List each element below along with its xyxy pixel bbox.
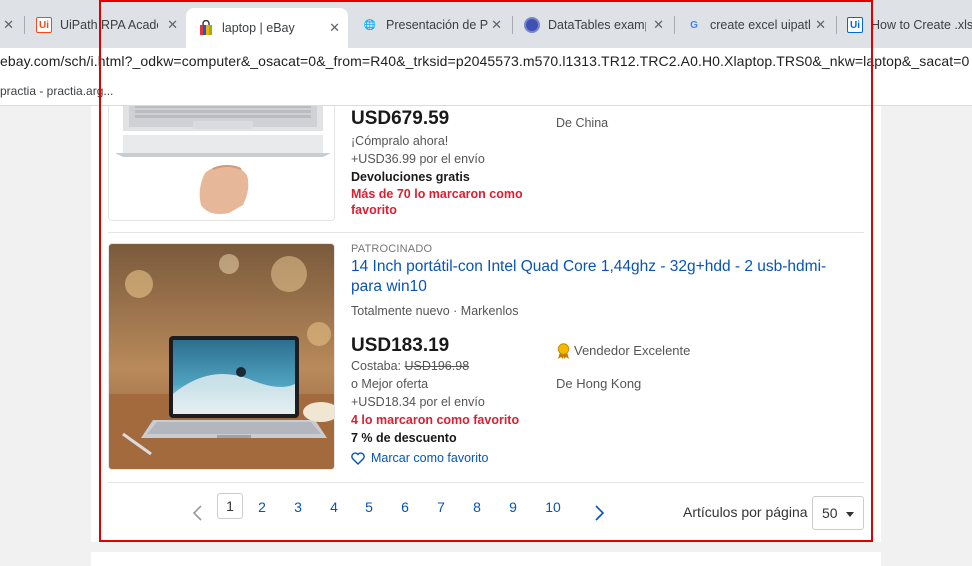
free-returns: Devoluciones gratis: [351, 170, 470, 184]
chevron-down-icon: [846, 512, 854, 517]
tab-ebay-laptop[interactable]: laptop | eBay ✕: [186, 8, 348, 48]
bookmarks-bar: practia - practia.arg...: [0, 78, 972, 106]
listing-item: USD679.59 ¡Cómpralo ahora! +USD36.99 por…: [108, 106, 864, 232]
tab-title: Presentación de Po: [386, 18, 488, 32]
page-6[interactable]: 6: [392, 499, 418, 515]
best-offer: o Mejor oferta: [351, 377, 429, 391]
browser-tabstrip: ✕ Ui UiPath RPA Acade ✕ laptop | eBay ✕ …: [0, 0, 972, 48]
tab-title: create excel uipath: [710, 18, 810, 32]
next-page-button[interactable]: [594, 504, 606, 527]
page-9[interactable]: 9: [500, 499, 526, 515]
tab-how-to-create[interactable]: Ui How to Create .xls: [845, 8, 972, 42]
tab-google-search[interactable]: G create excel uipath ✕: [682, 8, 834, 42]
page-4[interactable]: 4: [321, 499, 347, 515]
discount-label: 7 % de descuento: [351, 431, 457, 445]
close-icon[interactable]: ✕: [3, 17, 14, 33]
ribbon-icon: [556, 342, 571, 360]
items-per-page-value: 50: [822, 505, 838, 521]
page-5[interactable]: 5: [356, 499, 382, 515]
page-3[interactable]: 3: [285, 499, 311, 515]
page-1[interactable]: 1: [217, 493, 243, 519]
was-price: Costaba: USD196.98: [351, 357, 591, 375]
tab-separator: [512, 16, 513, 34]
close-icon[interactable]: ✕: [653, 17, 664, 33]
shipping-cost: +USD18.34 por el envío: [351, 395, 485, 409]
tab-separator: [24, 16, 25, 34]
close-icon[interactable]: ✕: [815, 17, 826, 33]
page-10[interactable]: 10: [538, 499, 568, 515]
tab-partial[interactable]: ✕: [0, 8, 20, 42]
was-price-label: Costaba:: [351, 359, 402, 373]
listing-divider: [108, 232, 864, 233]
item-location: De China: [556, 116, 609, 130]
items-per-page-label: Artículos por página: [683, 504, 808, 520]
was-price-value: USD196.98: [404, 359, 470, 373]
tab-separator: [836, 16, 837, 34]
listing-item: PATROCINADO 14 Inch portátil-con Intel Q…: [108, 243, 864, 473]
url-text[interactable]: ebay.com/sch/i.html?_odkw=computer&_osac…: [0, 53, 969, 69]
uipath-icon: Ui: [847, 17, 863, 33]
top-rated-seller: Vendedor Excelente: [556, 342, 690, 360]
tab-title: UiPath RPA Acade: [60, 18, 158, 32]
heart-icon: [351, 451, 365, 465]
tab-uipath-academy[interactable]: Ui UiPath RPA Acade ✕: [34, 8, 186, 42]
sponsored-label: PATROCINADO: [351, 243, 433, 255]
search-results-page: USD679.59 ¡Cómpralo ahora! +USD36.99 por…: [91, 106, 881, 542]
listing-image[interactable]: [108, 243, 335, 470]
items-per-page-select[interactable]: 50: [812, 496, 864, 530]
watch-link[interactable]: Marcar como favorito: [351, 449, 591, 467]
bookmark-practia[interactable]: practia - practia.arg...: [0, 84, 113, 98]
listing-pricing: USD183.19 Costaba: USD196.98 o Mejor ofe…: [351, 335, 591, 467]
page-2[interactable]: 2: [249, 499, 275, 515]
item-condition: Totalmente nuevo · Markenlos: [351, 304, 519, 318]
watchers-count: 4 lo marcaron como favorito: [351, 413, 520, 427]
page-footer-strip: [91, 552, 881, 566]
listing-details: USD679.59 ¡Cómpralo ahora! +USD36.99 por…: [351, 108, 591, 218]
listing-divider: [108, 482, 864, 483]
close-icon[interactable]: ✕: [167, 17, 178, 33]
page-8[interactable]: 8: [464, 499, 490, 515]
globe-icon: 🌐: [363, 19, 377, 31]
tab-title: How to Create .xls: [871, 18, 972, 32]
watch-link-label: Marcar como favorito: [371, 451, 489, 465]
address-bar[interactable]: ebay.com/sch/i.html?_odkw=computer&_osac…: [0, 48, 972, 78]
ebay-bag-icon: [198, 20, 214, 36]
tab-separator: [674, 16, 675, 34]
buy-now-label: ¡Cómpralo ahora!: [351, 134, 449, 148]
tab-presentacion[interactable]: 🌐 Presentación de Po ✕: [358, 8, 510, 42]
tab-title: laptop | eBay: [222, 21, 295, 35]
item-location: De Hong Kong: [556, 376, 642, 391]
tab-datatables[interactable]: DataTables examp ✕: [520, 8, 672, 42]
shipping-cost: +USD36.99 por el envío: [351, 152, 485, 166]
page-7[interactable]: 7: [428, 499, 454, 515]
watchers-count: Más de 70 lo marcaron como favorito: [351, 187, 523, 217]
previous-page-button[interactable]: [191, 504, 203, 527]
listing-price: USD679.59: [351, 108, 450, 129]
listing-image[interactable]: [108, 106, 335, 221]
uipath-icon: Ui: [36, 17, 52, 33]
datatables-icon: [524, 17, 540, 33]
listing-details: PATROCINADO 14 Inch portátil-con Intel Q…: [351, 243, 851, 320]
seller-badge-label: Vendedor Excelente: [574, 343, 691, 358]
close-icon[interactable]: ✕: [491, 17, 502, 33]
listing-price: USD183.19: [351, 335, 450, 356]
pagination: 1 2 3 4 5 6 7 8 9 10 Artículos por págin…: [91, 484, 881, 530]
google-icon: G: [690, 19, 698, 31]
listing-title-link[interactable]: 14 Inch portátil-con Intel Quad Core 1,4…: [351, 257, 846, 297]
close-icon[interactable]: ✕: [329, 20, 340, 36]
tab-title: DataTables examp: [548, 18, 646, 32]
